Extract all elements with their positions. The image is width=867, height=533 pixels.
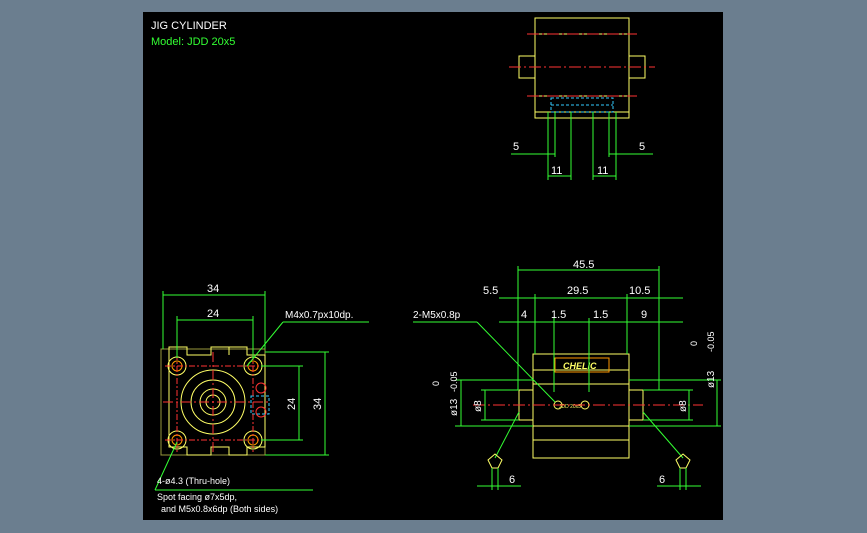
side-dim-port-d: 9 [641,309,647,321]
top-view: 5 5 11 11 [509,17,655,180]
front-note-holes: 4-ø4.3 (Thru-hole) [157,476,230,486]
side-dim-total: 45.5 [573,259,594,271]
side-dim-right: 10.5 [629,285,650,297]
side-port-note: 2-M5x0.8p [413,310,461,321]
side-tol-left-hi: 0 [431,381,441,386]
side-dim-rod-right: ø8 [678,400,689,412]
front-note-spot1: Spot facing ø7x5dp, [157,492,237,502]
drawing-svg: JIG CYLINDER Model: JDD 20x5 5 5 11 11 3… [151,17,721,514]
side-view: CHELIC JDD 20x5 45.5 5.5 29.5 10.5 4 1.5… [413,259,721,490]
side-dim-left: 5.5 [483,285,498,297]
front-mount-holes [167,356,263,450]
front-view: 34 24 24 34 M4x0.7px10dp. 4-ø4.3 (Thru-h… [154,283,369,514]
side-dim-end-right: 6 [659,474,665,486]
side-right-tip [675,453,691,469]
side-label-brand: CHELIC [563,361,597,371]
side-tol-left-main: ø13 [449,398,460,416]
top-dim-right-small: 5 [639,141,645,153]
drawing-title: JIG CYLINDER [151,20,227,32]
side-dim-port-c: 1.5 [593,309,608,321]
side-dim-mid: 29.5 [567,285,588,297]
drawing-canvas[interactable]: JIG CYLINDER Model: JDD 20x5 5 5 11 11 3… [143,12,723,520]
side-tol-right-lo: -0.05 [706,331,716,352]
top-dim-right-big: 11 [597,165,608,177]
front-dim-pitch-h: 24 [207,308,219,320]
front-note-tap: M4x0.7px10dp. [285,310,353,321]
side-tol-left-lo: -0.05 [449,371,459,392]
top-dim-left-small: 5 [513,141,519,153]
side-left-tip [487,453,503,469]
top-dim-left-big: 11 [551,165,562,177]
front-dim-height: 34 [312,398,324,410]
cad-viewport[interactable]: JIG CYLINDER Model: JDD 20x5 5 5 11 11 3… [0,0,867,533]
side-dim-end-left: 6 [509,474,515,486]
side-dim-rod-left: ø8 [473,400,484,412]
side-tol-right-hi: 0 [689,341,699,346]
side-dim-port-a: 4 [521,309,527,321]
front-note-spot2: and M5x0.8x6dp (Both sides) [161,504,278,514]
top-body-outline [534,17,630,119]
front-dim-pitch-v: 24 [286,398,298,410]
front-dim-width: 34 [207,283,219,295]
side-tol-right-main: ø13 [706,370,717,388]
model-label: Model: JDD 20x5 [151,36,235,48]
side-dim-port-b: 1.5 [551,309,566,321]
